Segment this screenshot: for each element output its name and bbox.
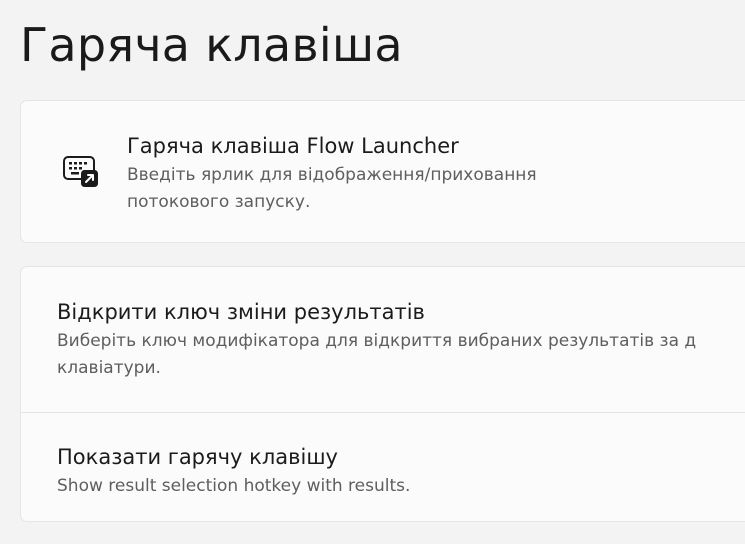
page-title: Гаряча клавіша bbox=[20, 18, 403, 72]
open-result-modifier-description: Виберіть ключ модифікатора для відкриття… bbox=[57, 328, 696, 382]
show-hotkey-description: Show result selection hotkey with result… bbox=[57, 476, 411, 496]
hotkey-card-description-line-1: Введіть ярлик для відображення/прихованн… bbox=[127, 165, 537, 185]
hotkey-settings-page: Гаряча клавіша Гаряча клавіша Flow Launc… bbox=[0, 0, 745, 544]
open-result-modifier-description-line-2: клавіатури. bbox=[57, 358, 161, 378]
keyboard-shortcut-icon bbox=[61, 153, 101, 193]
show-hotkey-title: Показати гарячу клавішу bbox=[57, 445, 338, 469]
open-result-modifier-title: Відкрити ключ зміни результатів bbox=[57, 300, 425, 324]
hotkey-card-title: Гаряча клавіша Flow Launcher bbox=[127, 134, 459, 158]
show-hotkey-setting[interactable]: Показати гарячу клавішу Show result sele… bbox=[21, 412, 745, 524]
open-result-modifier-text: Відкрити ключ зміни результатів Виберіть… bbox=[57, 298, 696, 382]
hotkey-card-description-line-2: потокового запуску. bbox=[127, 192, 311, 212]
show-hotkey-text: Показати гарячу клавішу Show result sele… bbox=[57, 443, 410, 500]
open-result-modifier-description-line-1: Виберіть ключ модифікатора для відкриття… bbox=[57, 331, 697, 351]
flow-launcher-hotkey-card[interactable]: Гаряча клавіша Flow Launcher Введіть ярл… bbox=[20, 100, 745, 243]
open-result-modifier-setting[interactable]: Відкрити ключ зміни результатів Виберіть… bbox=[21, 267, 745, 412]
hotkey-card-text: Гаряча клавіша Flow Launcher Введіть ярл… bbox=[127, 132, 537, 216]
hotkey-card-description: Введіть ярлик для відображення/прихованн… bbox=[127, 162, 537, 216]
result-hotkey-settings-group: Відкрити ключ зміни результатів Виберіть… bbox=[20, 266, 745, 522]
